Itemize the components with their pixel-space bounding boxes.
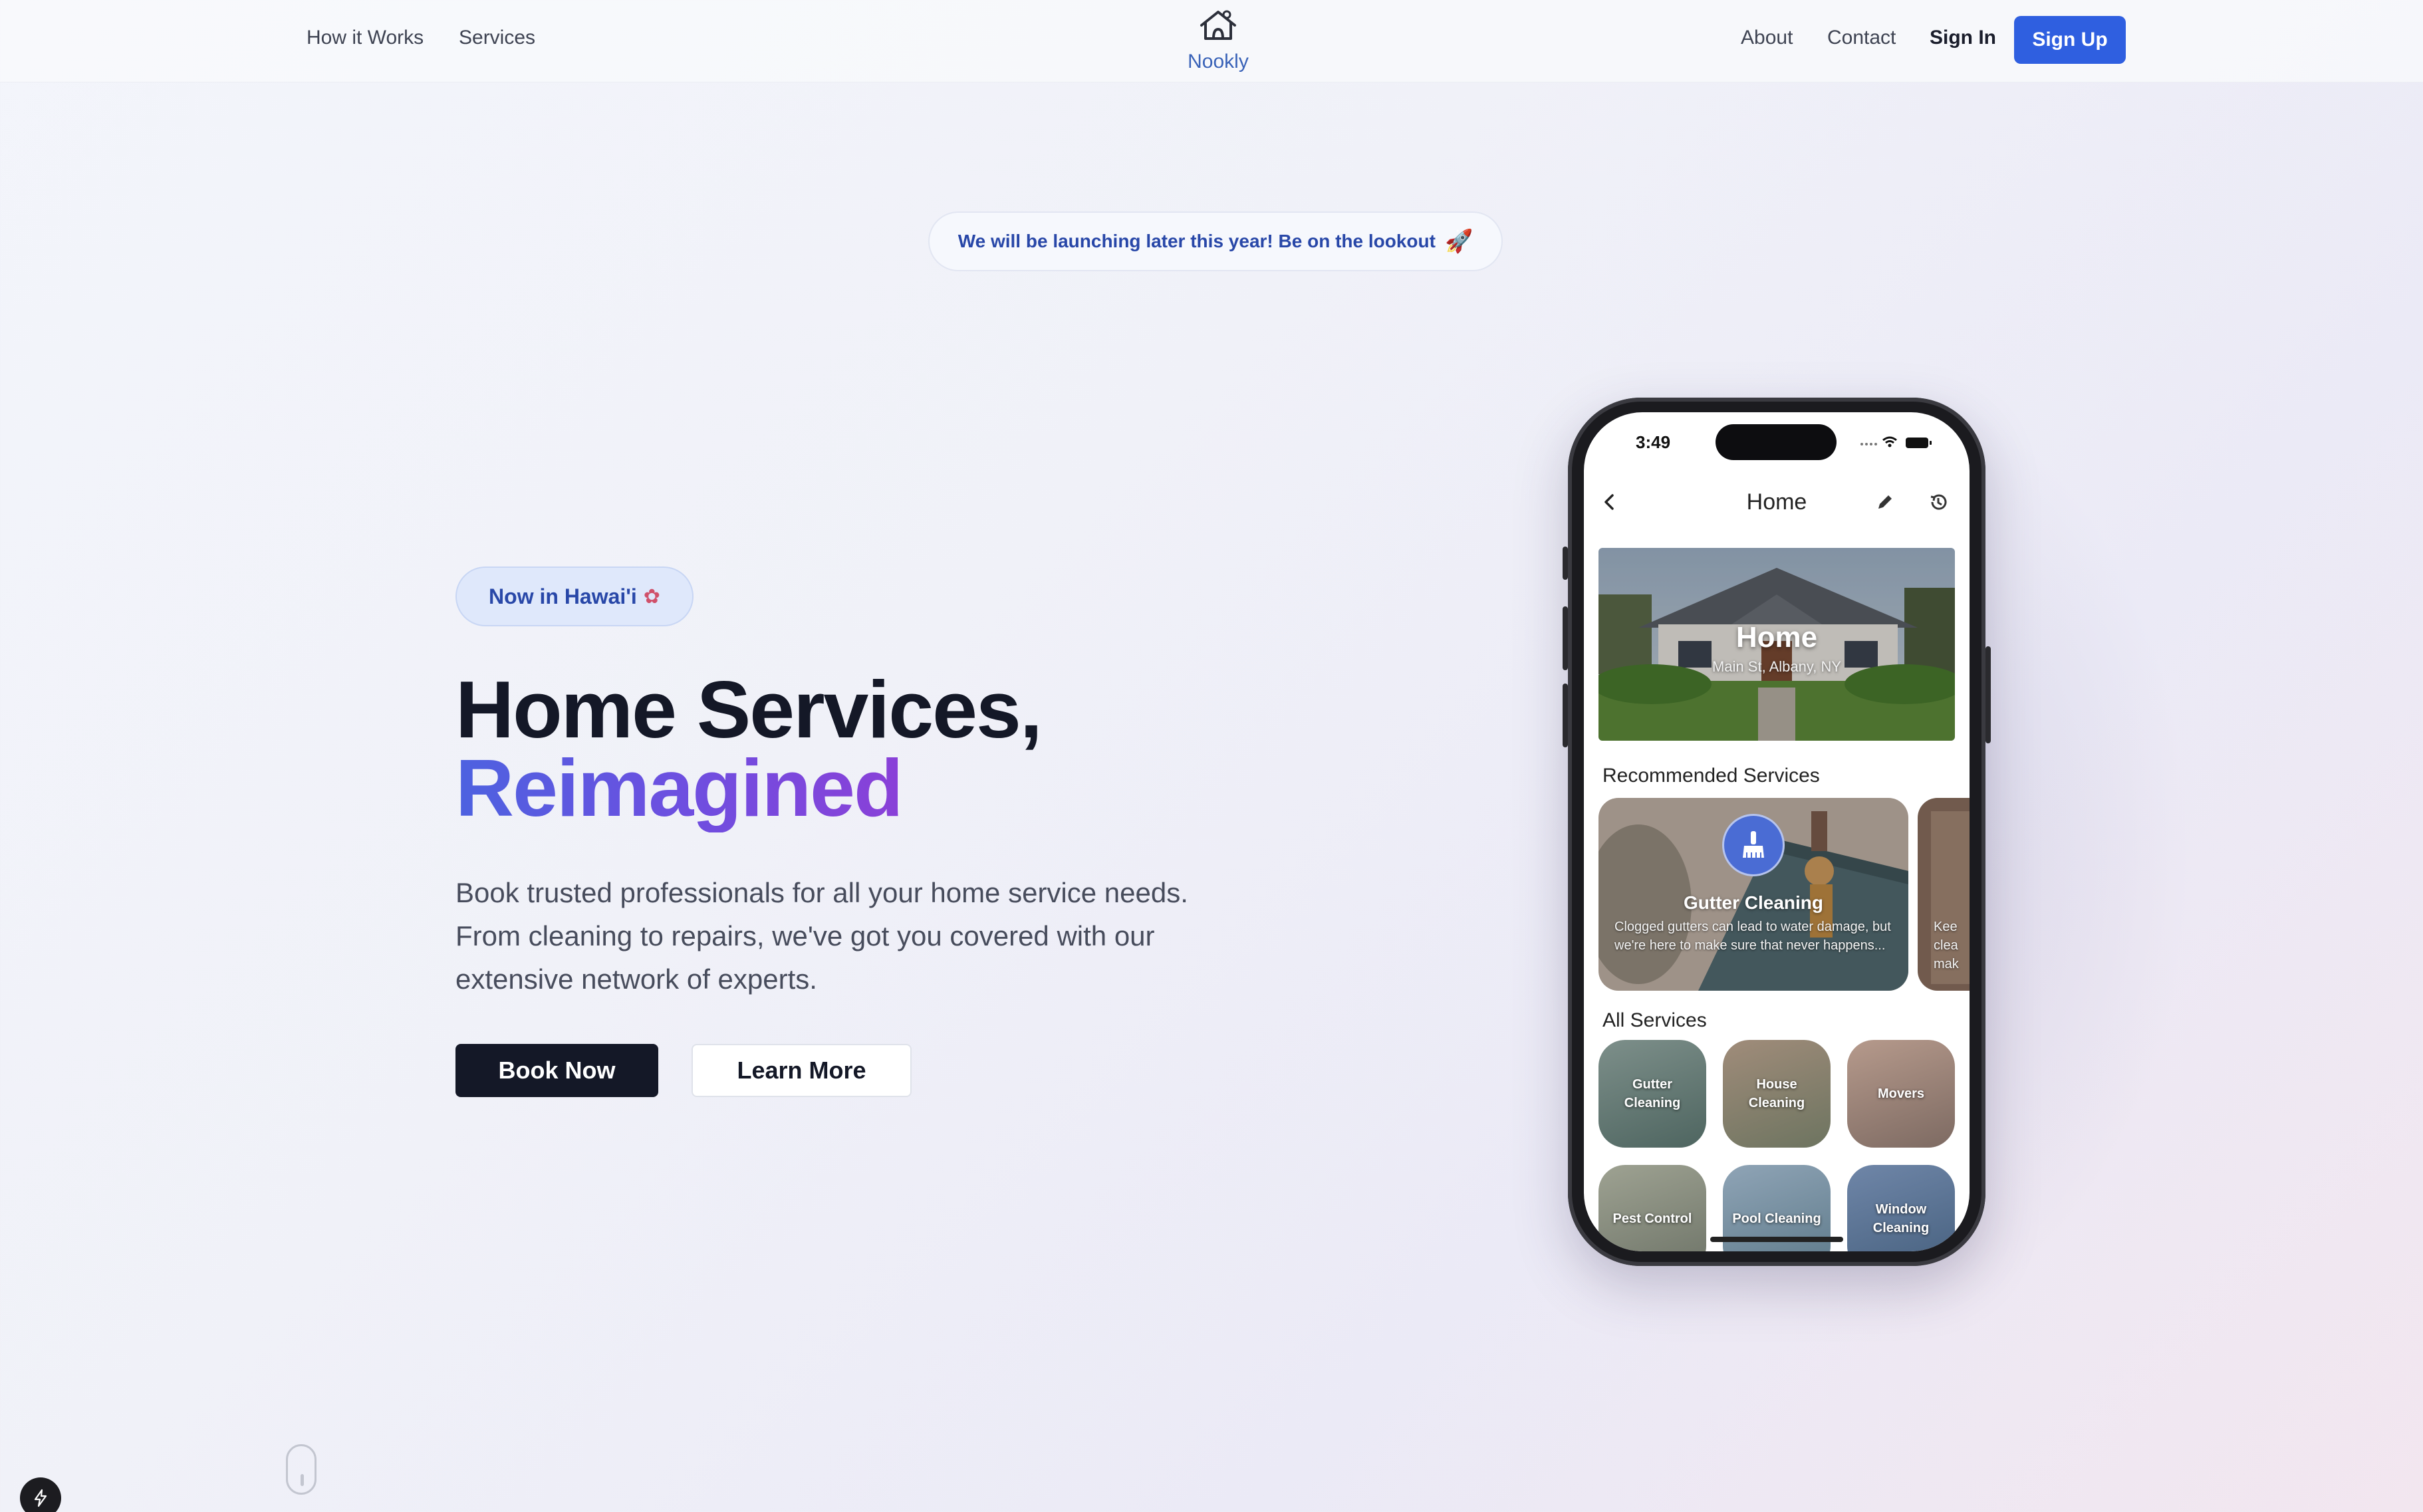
status-time: 3:49 [1636,432,1671,452]
headline-line-1: Home Services, [455,664,1043,755]
broom-icon [1722,814,1785,876]
dynamic-island [1716,424,1837,460]
phone-mute-button [1563,547,1568,580]
home-card-title: Home [1735,621,1818,654]
brand-name: Nookly [1188,51,1249,72]
location-pill: Now in Hawai'i ✿ [455,567,694,626]
service-tile-label: Window Cleaning [1872,1202,1930,1235]
headline-line-2: Reimagined [455,743,903,833]
house-logo-icon [1200,10,1236,40]
recommended-card-title: Gutter Cleaning [1683,892,1823,913]
service-tile-house-cleaning[interactable]: House Cleaning [1723,1040,1831,1148]
location-pill-text: Now in Hawai'i [489,584,637,608]
history-icon[interactable] [1927,491,1950,513]
learn-more-button[interactable]: Learn More [692,1044,912,1097]
service-tile-gutter-cleaning[interactable]: Gutter Cleaning [1598,1040,1706,1148]
service-tile-window-cleaning[interactable]: Window Cleaning [1847,1165,1955,1251]
service-tile-label: Pest Control [1612,1211,1692,1226]
top-nav: How it Works Services Nookly About Conta… [0,0,2423,82]
phone-volume-up-button [1563,606,1568,670]
service-tile-label: Movers [1877,1086,1925,1101]
launch-announcement: We will be launching later this year! Be… [928,211,1503,271]
all-services-heading: All Services [1602,1009,1707,1031]
nav-services[interactable]: Services [459,27,535,49]
nav-how-it-works[interactable]: How it Works [307,27,424,49]
sign-in-button[interactable]: Sign In [1930,27,1996,49]
phone-power-button [1985,646,1991,743]
service-tile-movers[interactable]: Movers [1847,1040,1955,1148]
book-now-button[interactable]: Book Now [455,1044,658,1097]
nav-about[interactable]: About [1741,27,1793,49]
nav-contact[interactable]: Contact [1827,27,1896,49]
rocket-icon: 🚀 [1444,228,1473,255]
next-card-description: Kee clea mak [1934,920,1959,971]
home-property-card[interactable]: Home Main St, Albany, NY [1598,548,1955,741]
edit-pencil-icon[interactable] [1874,491,1896,513]
recommended-card-description: Clogged gutters can lead to water damage… [1614,920,1891,953]
scroll-indicator-icon [286,1444,317,1495]
recommended-card-gutter-cleaning[interactable]: Gutter Cleaning Clogged gutters can lead… [1598,798,1908,991]
announcement-text: We will be launching later this year! Be… [957,231,1436,251]
service-tile-pest-control[interactable]: Pest Control [1598,1165,1706,1251]
home-indicator [1710,1237,1843,1242]
app-header: Home [1584,479,1970,525]
phone-screen: 3:49 Home Home Main St, Albany, NY Recom… [1584,412,1970,1251]
recommended-card-next[interactable]: Kee clea mak [1918,798,1970,991]
app-screen-title: Home [1746,489,1807,515]
recommended-services-heading: Recommended Services [1602,765,1820,787]
status-icons [1860,436,1932,448]
service-tile-label: House Cleaning [1748,1077,1805,1110]
home-card-address: Main St, Albany, NY [1712,658,1841,675]
bolt-badge-icon[interactable] [20,1477,61,1512]
phone-volume-down-button [1563,684,1568,747]
brand-logo[interactable]: Nookly [1185,5,1251,73]
service-tile-label: Gutter Cleaning [1624,1077,1681,1110]
hibiscus-icon: ✿ [643,584,660,608]
sign-up-button[interactable]: Sign Up [2014,16,2126,64]
hero-description: Book trusted professionals for all your … [455,877,1188,995]
